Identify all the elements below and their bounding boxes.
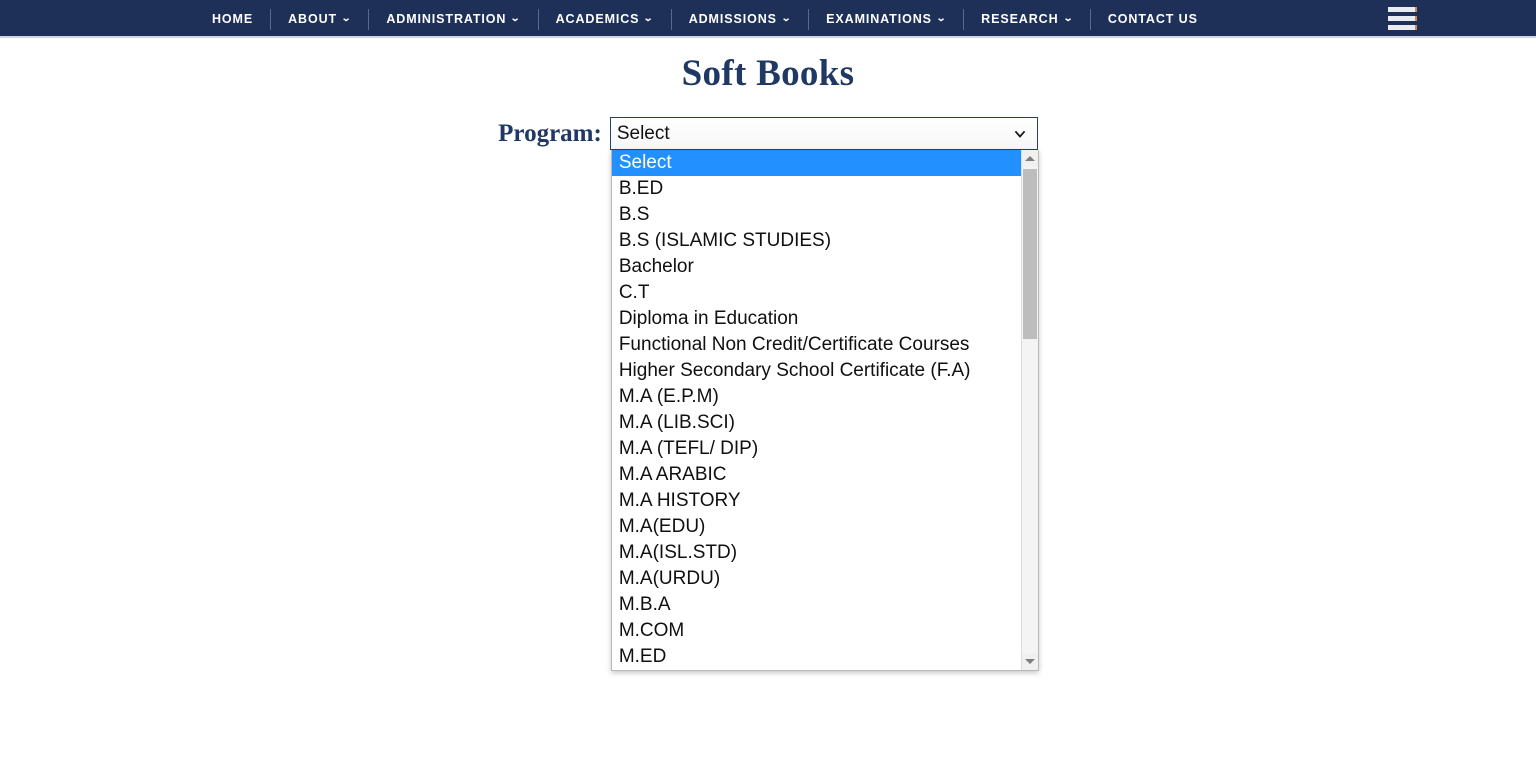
dropdown-option[interactable]: M.A(ISL.STD) (612, 540, 1021, 566)
nav-item-about[interactable]: ABOUT ⌄ (270, 8, 368, 30)
scrollbar-down-button[interactable] (1021, 653, 1038, 670)
dropdown-option[interactable]: C.T (612, 280, 1021, 306)
program-form-row: Program: Select Select B.ED B.S B.S (ISLAMI… (0, 117, 1536, 671)
program-label: Program: (498, 120, 602, 147)
dropdown-option[interactable]: Select (611, 150, 1021, 176)
dropdown-option[interactable]: M.A (TEFL/ DIP) (612, 436, 1021, 462)
program-select[interactable]: Select (609, 117, 1038, 150)
nav-item-label: HOME (212, 11, 254, 26)
chevron-down-icon: ⌄ (935, 13, 948, 24)
nav-item-label: ACADEMICS (555, 11, 640, 26)
dropdown-option[interactable]: B.S (612, 202, 1021, 228)
top-navigation-bar: HOME ABOUT ⌄ ADMINISTRATION ⌄ ACADEMICS ⌄ ADMIS… (0, 0, 1536, 38)
nav-item-administration[interactable]: ADMINISTRATION ⌄ (368, 8, 537, 30)
program-select-value: Select (616, 123, 670, 144)
nav-item-label: RESEARCH (981, 11, 1059, 26)
chevron-down-icon: ⌄ (340, 13, 353, 24)
nav-item-examinations[interactable]: EXAMINATIONS ⌄ (808, 8, 963, 30)
nav-item-label: ADMISSIONS (688, 11, 777, 26)
dropdown-option[interactable]: M.A(URDU) (612, 566, 1021, 592)
scrollbar-up-button[interactable] (1021, 150, 1038, 167)
dropdown-option[interactable]: M.A(EDU) (612, 514, 1021, 540)
program-dropdown-list[interactable]: Select B.ED B.S B.S (ISLAMIC STUDIES) Bachel… (610, 150, 1039, 671)
nav-item-label: CONTACT US (1107, 11, 1198, 26)
nav-item-research[interactable]: RESEARCH ⌄ (963, 8, 1090, 30)
dropdown-option[interactable]: Higher Secondary School Certificate (F.A… (612, 358, 1021, 384)
dropdown-option[interactable]: M.ED (612, 644, 1021, 670)
dropdown-options: Select B.ED B.S B.S (ISLAMIC STUDIES) Bachel… (611, 150, 1021, 670)
dropdown-option[interactable]: M.B.A (612, 592, 1021, 618)
hamburger-bar-3 (1388, 25, 1417, 30)
dropdown-option[interactable]: B.ED (612, 176, 1021, 202)
scrollbar-thumb[interactable] (1022, 169, 1037, 339)
caret-up-icon (1024, 156, 1035, 161)
program-select-wrapper: Select Select B.ED B.S B.S (ISLAMIC STUDIES… (609, 117, 1039, 671)
nav-item-academics[interactable]: ACADEMICS ⌄ (537, 8, 671, 30)
chevron-down-icon: ⌄ (510, 13, 522, 24)
dropdown-option[interactable]: B.S (ISLAMIC STUDIES) (612, 228, 1021, 254)
nav-item-label: EXAMINATIONS (826, 11, 932, 26)
dropdown-option[interactable]: Diploma in Education (612, 306, 1021, 332)
dropdown-scrollbar[interactable] (1020, 150, 1038, 670)
nav-item-label: ADMINISTRATION (386, 11, 507, 26)
dropdown-option[interactable]: M.COM (612, 618, 1021, 644)
dropdown-option[interactable]: Bachelor (612, 254, 1021, 280)
hamburger-bar-2 (1388, 16, 1417, 21)
nav-item-contact-us[interactable]: CONTACT US (1089, 8, 1215, 30)
caret-down-icon (1024, 659, 1035, 664)
chevron-down-icon: ⌄ (643, 13, 655, 24)
nav-item-home[interactable]: HOME (195, 9, 270, 30)
nav-item-admissions[interactable]: ADMISSIONS ⌄ (670, 8, 808, 30)
hamburger-bar-1 (1388, 7, 1417, 12)
chevron-down-icon (1014, 130, 1026, 138)
dropdown-option[interactable]: Functional Non Credit/Certificate Course… (612, 332, 1021, 358)
nav-item-label: ABOUT (288, 11, 338, 26)
dropdown-option[interactable]: M.A (E.P.M) (612, 384, 1021, 410)
page-title: Soft Books (681, 53, 855, 94)
chevron-down-icon: ⌄ (1062, 13, 1074, 24)
dropdown-option[interactable]: M.A ARABIC (612, 462, 1021, 488)
nav-menu: HOME ABOUT ⌄ ADMINISTRATION ⌄ ACADEMICS ⌄ ADMIS… (195, 0, 1215, 38)
dropdown-option[interactable]: M.A (LIB.SCI) (612, 410, 1021, 436)
dropdown-option[interactable]: M.A HISTORY (612, 488, 1021, 514)
hamburger-menu-icon[interactable] (1388, 7, 1417, 30)
chevron-down-icon: ⌄ (780, 13, 793, 24)
